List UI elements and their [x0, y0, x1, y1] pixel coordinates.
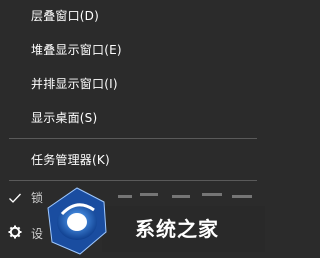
gear-icon	[8, 225, 22, 239]
menu-item-label: 显示桌面(S)	[31, 111, 98, 125]
menu-item-show-desktop[interactable]: 显示桌面(S)	[0, 104, 265, 134]
watermark-faint-text	[118, 193, 252, 198]
check-icon	[9, 193, 21, 203]
menu-item-cascade-windows[interactable]: 层叠窗口(D)	[0, 2, 265, 32]
menu-item-label: 并排显示窗口(I)	[31, 77, 118, 91]
menu-separator	[9, 180, 257, 181]
menu-item-side-by-side-windows[interactable]: 并排显示窗口(I)	[0, 70, 265, 100]
menu-item-label: 层叠窗口(D)	[31, 9, 100, 23]
menu-item-label: 堆叠显示窗口(E)	[31, 43, 122, 57]
watermark-text: 系统之家	[135, 217, 219, 241]
menu-item-label: 任务管理器(K)	[31, 153, 110, 167]
menu-item-task-manager[interactable]: 任务管理器(K)	[0, 146, 265, 176]
menu-item-stack-windows[interactable]: 堆叠显示窗口(E)	[0, 36, 265, 66]
watermark: 系统之家	[42, 184, 265, 258]
menu-separator	[9, 138, 257, 139]
xitongzhijia-logo	[47, 187, 107, 255]
